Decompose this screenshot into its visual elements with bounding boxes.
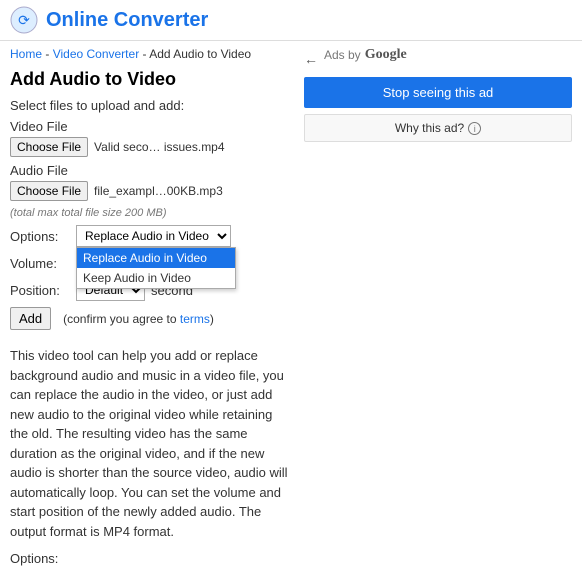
options-label: Options: — [10, 229, 70, 244]
select-label: Select files to upload and add: — [10, 98, 292, 113]
why-this-ad-text: Why this ad? — [395, 121, 464, 135]
confirm-text: (confirm you agree to terms) — [63, 312, 214, 326]
audio-file-row: Choose File file_exampl…00KB.mp3 — [10, 181, 292, 201]
description: This video tool can help you add or repl… — [10, 346, 292, 569]
logo-link[interactable]: Online Converter — [46, 9, 208, 32]
add-button[interactable]: Add — [10, 307, 51, 330]
video-file-row: Choose File Valid seco… issues.mp4 — [10, 137, 292, 157]
page-title: Add Audio to Video — [10, 69, 292, 90]
logo-icon: ⟳ — [10, 6, 38, 34]
left-panel: Home - Video Converter - Add Audio to Vi… — [10, 47, 304, 577]
volume-label: Volume: — [10, 256, 70, 271]
video-file-label: Video File — [10, 119, 292, 134]
dropdown-open: Replace Audio in Video Keep Audio in Vid… — [76, 247, 236, 289]
options-row: Options: Replace Audio in Video Keep Aud… — [10, 225, 292, 247]
options-header: Options: — [10, 549, 292, 569]
video-file-name: Valid seco… issues.mp4 — [94, 140, 225, 154]
ads-by-google: Ads by Google — [324, 47, 407, 63]
terms-link[interactable]: terms — [180, 312, 210, 326]
audio-file-name: file_exampl…00KB.mp3 — [94, 184, 223, 198]
options-dropdown-wrapper: Replace Audio in Video Keep Audio in Vid… — [76, 225, 231, 247]
options-select[interactable]: Replace Audio in Video Keep Audio in Vid… — [76, 225, 231, 247]
stop-seeing-button[interactable]: Stop seeing this ad — [304, 77, 572, 108]
description-paragraph: This video tool can help you add or repl… — [10, 346, 292, 541]
breadcrumb: Home - Video Converter - Add Audio to Vi… — [10, 47, 292, 61]
choose-audio-file-button[interactable]: Choose File — [10, 181, 88, 201]
dropdown-item-keep[interactable]: Keep Audio in Video — [77, 268, 235, 288]
position-label: Position: — [10, 283, 70, 298]
file-size-note: (total max total file size 200 MB) — [10, 207, 292, 219]
svg-text:⟳: ⟳ — [18, 12, 30, 28]
breadcrumb-video-converter[interactable]: Video Converter — [53, 47, 140, 61]
choose-video-file-button[interactable]: Choose File — [10, 137, 88, 157]
add-row: Add (confirm you agree to terms) — [10, 307, 292, 330]
back-arrow-icon[interactable]: ← — [304, 51, 318, 67]
why-this-ad-button[interactable]: Why this ad? i — [304, 114, 572, 142]
ads-by-text: Ads by — [324, 48, 361, 62]
google-text: Google — [365, 47, 407, 63]
info-icon: i — [468, 122, 481, 135]
ad-panel: ← Ads by Google Stop seeing this ad Why … — [304, 47, 572, 577]
breadcrumb-home[interactable]: Home — [10, 47, 42, 61]
breadcrumb-current: Add Audio to Video — [149, 47, 251, 61]
ad-header-row: ← Ads by Google — [304, 47, 572, 71]
dropdown-item-replace[interactable]: Replace Audio in Video — [77, 248, 235, 268]
audio-file-label: Audio File — [10, 163, 292, 178]
header: ⟳ Online Converter — [0, 0, 582, 41]
